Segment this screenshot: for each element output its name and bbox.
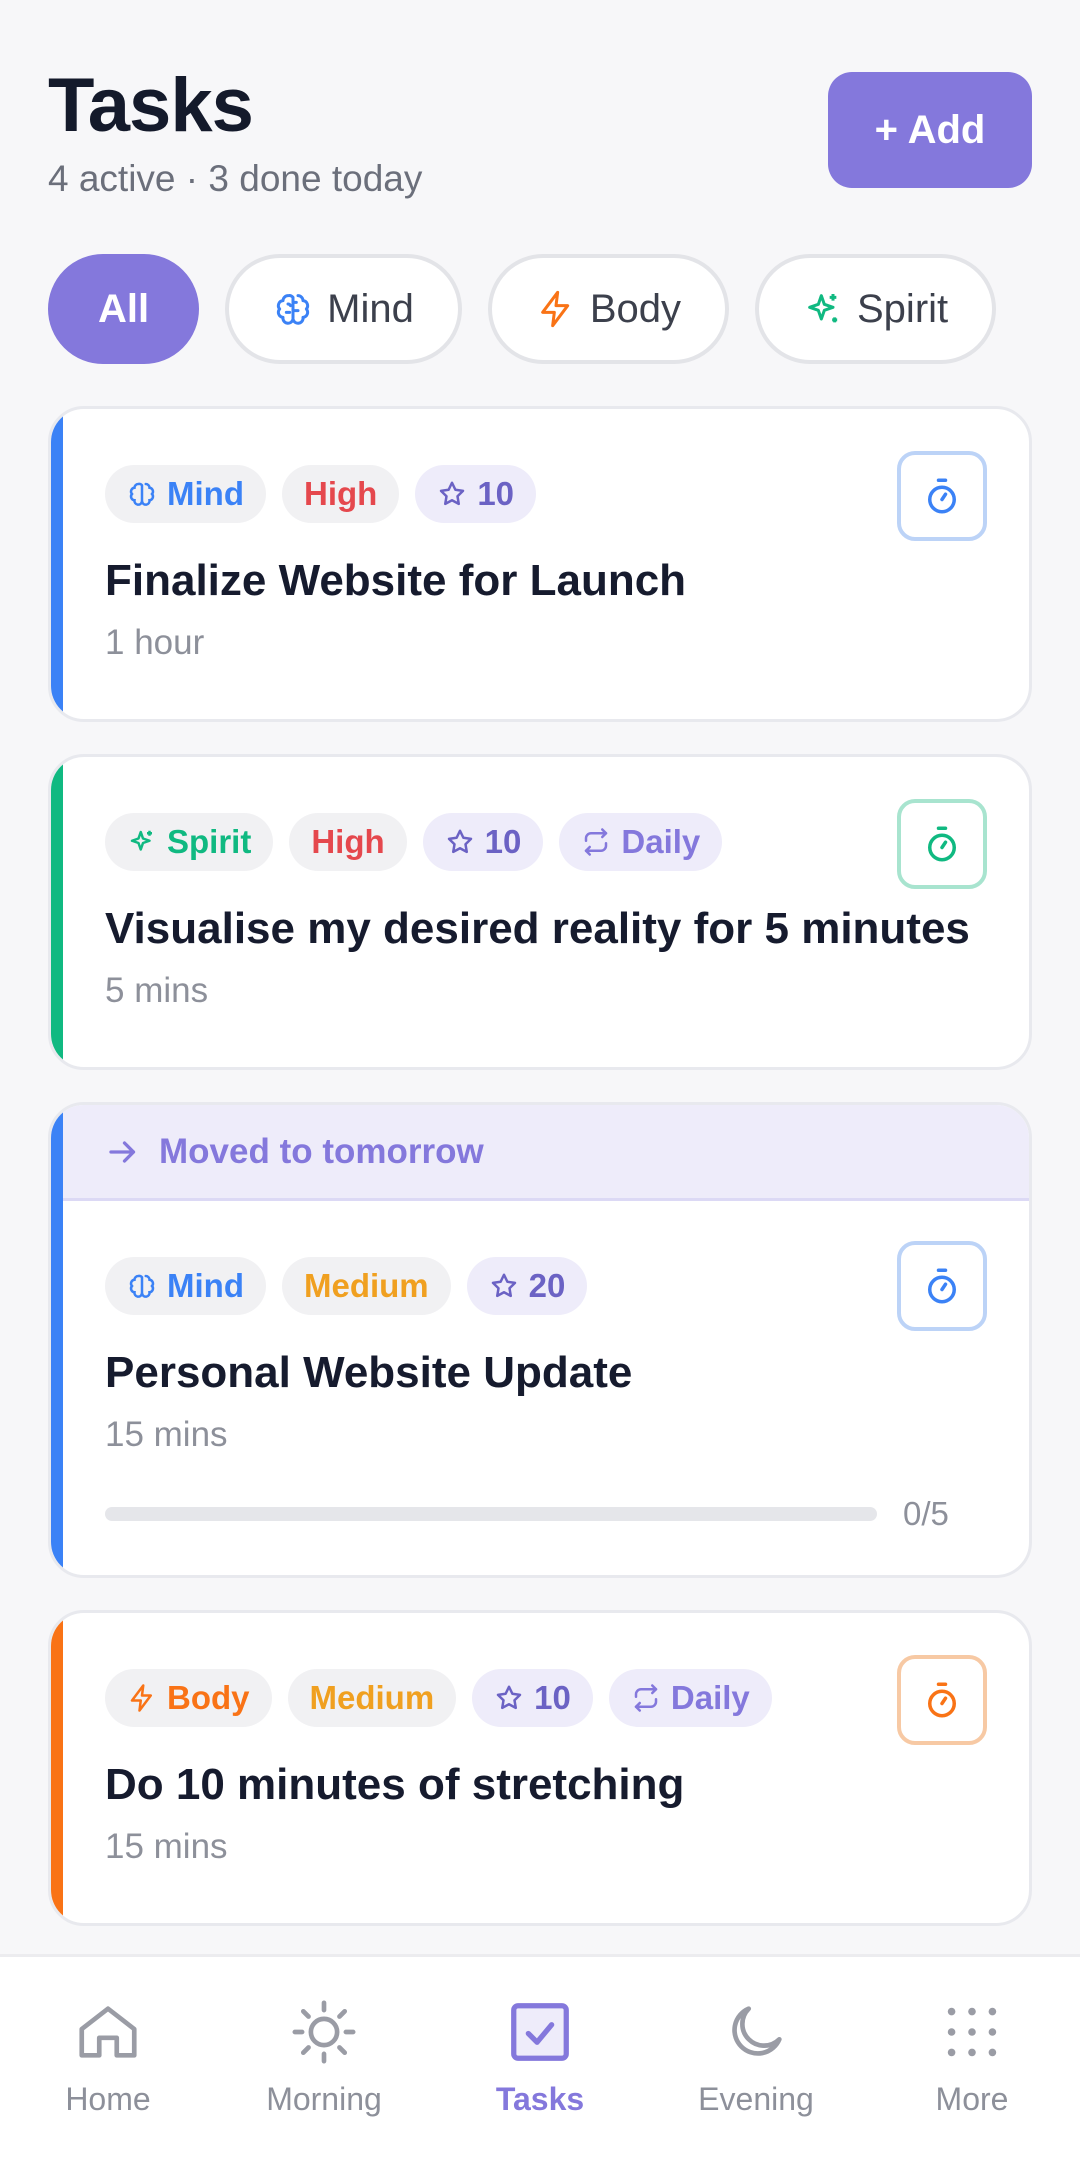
category-tag: Mind <box>105 1257 266 1315</box>
task-tags: Body Medium 10 Daily <box>105 1669 985 1727</box>
progress-count: 0/5 <box>903 1495 949 1532</box>
filter-mind[interactable]: Mind <box>225 254 462 364</box>
star-icon <box>447 829 472 854</box>
nav-more[interactable]: More <box>872 1997 1072 2118</box>
priority-tag: Medium <box>287 1669 457 1727</box>
start-timer-button[interactable] <box>897 1655 987 1745</box>
page-title: Tasks <box>48 63 254 148</box>
priority-tag: High <box>289 813 407 871</box>
points-tag: 10 <box>472 1669 593 1727</box>
nav-morning[interactable]: Morning <box>224 1997 424 2118</box>
task-duration: 5 mins <box>105 971 209 1010</box>
progress-bar <box>105 1507 877 1521</box>
task-title: Personal Website Update <box>105 1348 633 1397</box>
star-icon <box>496 1685 522 1710</box>
sparkle-icon <box>808 294 838 323</box>
task-tags: Spirit High 10 Daily <box>105 813 985 871</box>
filter-spirit[interactable]: Spirit <box>755 254 997 364</box>
task-card[interactable]: Moved to tomorrow Mind Medium 20 Persona… <box>48 1102 1032 1578</box>
start-timer-button[interactable] <box>897 451 987 541</box>
nav-evening[interactable]: Evening <box>656 1997 856 2118</box>
brain-icon <box>129 1274 155 1298</box>
repeat-icon <box>634 1684 658 1712</box>
filter-all[interactable]: All <box>48 254 200 364</box>
bottom-nav: Home Morning Tasks Evening More <box>0 1954 1080 2168</box>
stopwatch-icon <box>928 1682 956 1718</box>
brain-icon <box>129 482 155 506</box>
page-subtitle: 4 active · 3 done today <box>48 158 423 199</box>
task-card[interactable]: Mind High 10 Finalize Website for Launch… <box>48 406 1032 722</box>
star-icon <box>491 1273 516 1298</box>
points-tag: 10 <box>415 465 537 523</box>
moon-icon <box>732 2006 782 2056</box>
bolt-icon <box>130 1684 152 1712</box>
sparkle-icon <box>130 830 152 851</box>
task-tags: Mind High 10 <box>105 465 985 523</box>
arrow-right-icon <box>109 1140 136 1163</box>
category-tag: Spirit <box>105 813 274 871</box>
nav-tasks[interactable]: Tasks <box>440 1997 640 2118</box>
grid-dots-icon <box>947 2007 997 2057</box>
filter-label: Spirit <box>857 286 949 331</box>
checkbox-icon <box>511 2003 569 2061</box>
recurrence-tag: Daily <box>608 1669 772 1727</box>
task-card[interactable]: Body Medium 10 Daily Do 10 minutes of st… <box>48 1610 1032 1926</box>
repeat-icon <box>585 828 608 856</box>
page-header: Tasks 4 active · 3 done today <box>48 64 422 200</box>
add-task-button[interactable]: + Add <box>828 72 1032 188</box>
start-timer-button[interactable] <box>897 799 987 889</box>
filter-body[interactable]: Body <box>487 254 729 364</box>
task-duration: 15 mins <box>105 1415 228 1454</box>
task-card[interactable]: Spirit High 10 Daily Visualise my desire… <box>48 754 1032 1070</box>
home-icon <box>79 2006 137 2058</box>
category-filter-bar: All Mind Body Spirit <box>48 254 997 364</box>
brain-icon <box>277 294 310 325</box>
recurrence-tag: Daily <box>559 813 723 871</box>
task-title: Visualise my desired reality for 5 minut… <box>105 904 970 953</box>
filter-label: Mind <box>327 286 414 331</box>
task-tags: Mind Medium 20 <box>105 1257 985 1315</box>
stopwatch-icon <box>928 1268 956 1304</box>
category-tag: Mind <box>105 465 266 523</box>
task-duration: 1 hour <box>105 623 205 662</box>
sun-icon <box>292 2000 356 2064</box>
category-tag: Body <box>105 1669 272 1727</box>
task-title: Finalize Website for Launch <box>105 556 687 605</box>
subtask-progress: 0/5 <box>105 1495 985 1533</box>
filter-label: Body <box>589 286 681 331</box>
points-tag: 10 <box>422 813 544 871</box>
stopwatch-icon <box>928 478 956 514</box>
task-duration: 15 mins <box>105 1827 228 1866</box>
points-tag: 20 <box>466 1257 588 1315</box>
start-timer-button[interactable] <box>897 1241 987 1331</box>
filter-label: All <box>98 286 150 331</box>
stopwatch-icon <box>928 826 956 862</box>
priority-tag: Medium <box>281 1257 451 1315</box>
star-icon <box>440 481 465 506</box>
nav-home[interactable]: Home <box>8 1997 208 2118</box>
task-title: Do 10 minutes of stretching <box>105 1760 685 1809</box>
moved-banner: Moved to tomorrow <box>51 1105 1029 1201</box>
priority-tag: High <box>281 465 400 523</box>
bolt-icon <box>540 290 569 328</box>
